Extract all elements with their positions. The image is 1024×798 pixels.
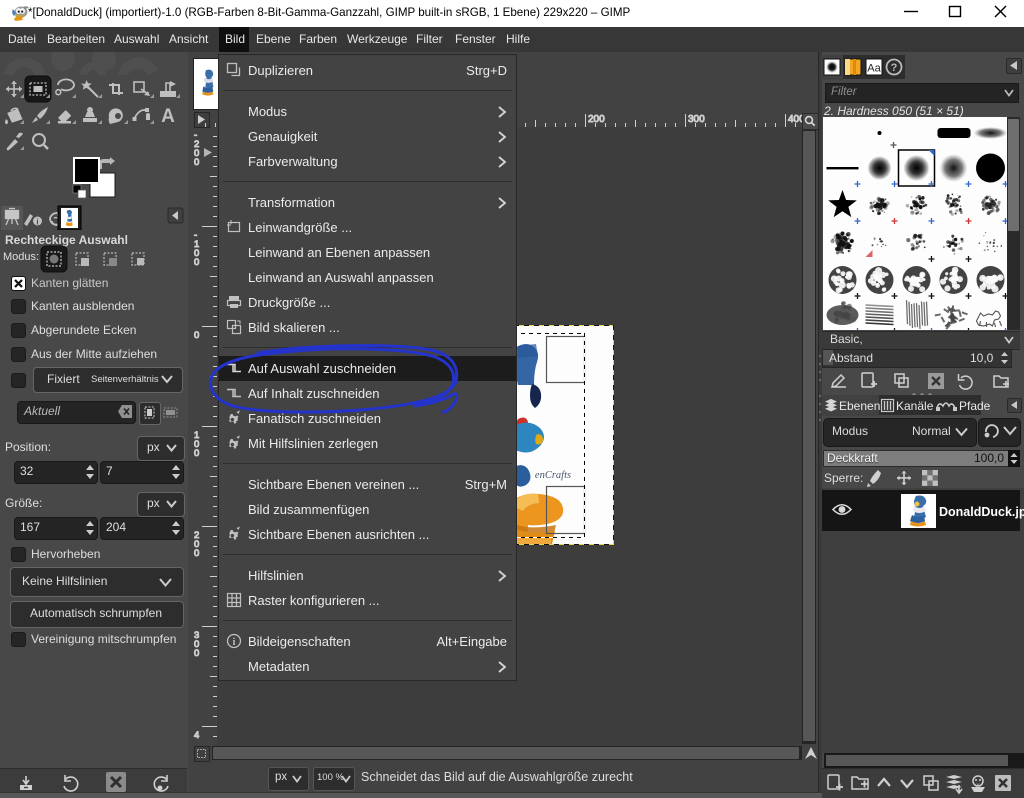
svg-text:400: 400 [788, 114, 802, 125]
svg-text:Pfade: Pfade [959, 399, 991, 413]
svg-text:300: 300 [688, 114, 705, 125]
svg-text:Ebenen: Ebenen [839, 399, 880, 413]
svg-text:0: 0 [194, 330, 199, 341]
svg-text:Aa: Aa [867, 63, 881, 75]
svg-text:0: 0 [194, 157, 199, 168]
svg-text:i: i [36, 218, 38, 227]
svg-text:0: 0 [194, 257, 199, 268]
svg-text:i: i [233, 637, 236, 648]
svg-text:enCrafts: enCrafts [535, 470, 571, 481]
svg-text:0: 0 [194, 448, 199, 459]
svg-text:?: ? [891, 62, 898, 74]
svg-text:A: A [161, 106, 175, 127]
svg-text:4: 4 [194, 730, 199, 741]
svg-text:0: 0 [194, 648, 199, 659]
svg-text:200: 200 [588, 114, 605, 125]
svg-text:0: 0 [194, 548, 199, 559]
svg-text:Kanäle: Kanäle [896, 399, 934, 413]
